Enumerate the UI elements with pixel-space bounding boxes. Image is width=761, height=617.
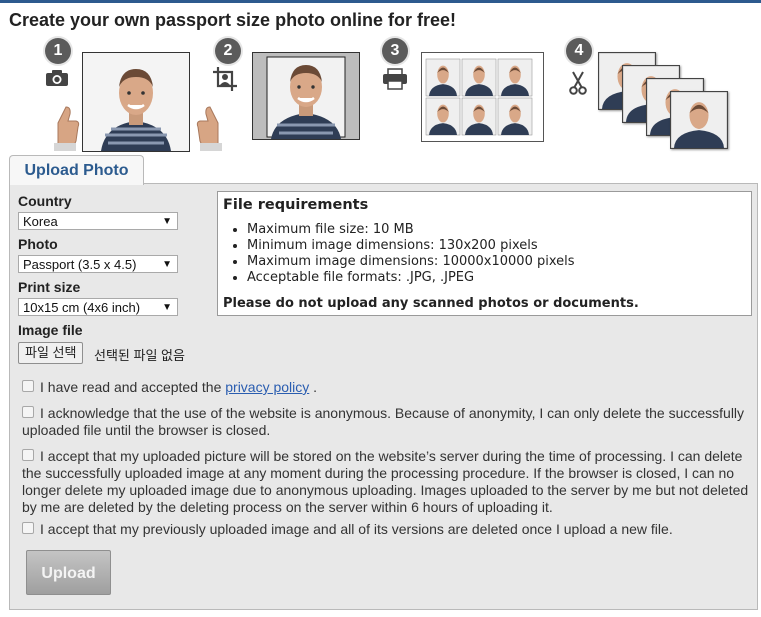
requirements-title: File requirements [223,197,369,213]
thumbs-up-right-icon [196,105,224,156]
storage-text: I accept that my uploaded picture will b… [22,448,749,515]
step-2-number: 2 [215,38,241,64]
replace-consent-row: I accept that my previously uploaded ima… [22,521,752,538]
file-requirements-box: File requirements Maximum file size: 10 … [217,191,752,316]
privacy-consent-row: I have read and accepted the privacy pol… [22,379,752,396]
country-select[interactable]: Korea ▼ [18,212,178,230]
list-item: Maximum image dimensions: 10000x10000 pi… [247,254,575,270]
tab-upload-photo[interactable]: Upload Photo [9,155,144,185]
step-3-print-sheet [421,52,544,142]
anonymous-consent-row: I acknowledge that the use of the websit… [22,405,752,439]
scissors-icon [569,71,587,100]
image-file-label: Image file [18,322,83,338]
step-1-number: 1 [45,38,71,64]
cut-photo [670,91,728,149]
list-item: Minimum image dimensions: 130x200 pixels [247,238,575,254]
chevron-down-icon: ▼ [162,302,172,313]
country-label: Country [18,193,72,209]
print-size-label: Print size [18,279,81,295]
choose-file-button[interactable]: 파일 선택 [18,342,84,364]
photo-select[interactable]: Passport (3.5 x 4.5) ▼ [18,255,178,273]
privacy-suffix: . [313,379,318,395]
list-item: Maximum file size: 10 MB [247,222,575,238]
requirements-warning: Please do not upload any scanned photos … [223,296,639,311]
print-size-value: 10x15 cm (4x6 inch) [23,300,141,315]
crop-icon [212,66,238,97]
step-1-photo [82,52,190,152]
chevron-down-icon: ▼ [162,216,172,227]
photo-value: Passport (3.5 x 4.5) [23,257,137,272]
page-title: Create your own passport size photo onli… [9,10,457,30]
top-accent-bar [0,0,761,3]
privacy-text: I have read and accepted the [40,379,222,395]
steps-illustration: 1 2 3 4 [0,35,761,155]
storage-consent-row: I accept that my uploaded picture will b… [22,448,752,516]
privacy-checkbox[interactable] [22,380,34,392]
replace-text: I accept that my previously uploaded ima… [40,521,673,537]
camera-icon [45,69,69,92]
privacy-policy-link[interactable]: privacy policy [225,379,309,395]
upload-button[interactable]: Upload [26,550,111,595]
chevron-down-icon: ▼ [162,259,172,270]
step-4-number: 4 [566,38,592,64]
storage-checkbox[interactable] [22,449,34,461]
requirements-list: Maximum file size: 10 MB Minimum image d… [218,222,575,286]
anonymous-text: I acknowledge that the use of the websit… [22,405,745,438]
country-value: Korea [23,214,58,229]
upload-panel: Country Korea ▼ Photo Passport (3.5 x 4.… [9,183,758,610]
replace-checkbox[interactable] [22,522,34,534]
anonymous-checkbox[interactable] [22,406,34,418]
file-status-text: 선택된 파일 없음 [94,348,185,363]
thumbs-up-left-icon [52,105,80,156]
list-item: Acceptable file formats: .JPG, .JPEG [247,270,575,286]
step-2-photo [252,52,360,140]
print-size-select[interactable]: 10x15 cm (4x6 inch) ▼ [18,298,178,316]
photo-label: Photo [18,236,58,252]
printer-icon [382,68,408,95]
step-3-number: 3 [382,38,408,64]
